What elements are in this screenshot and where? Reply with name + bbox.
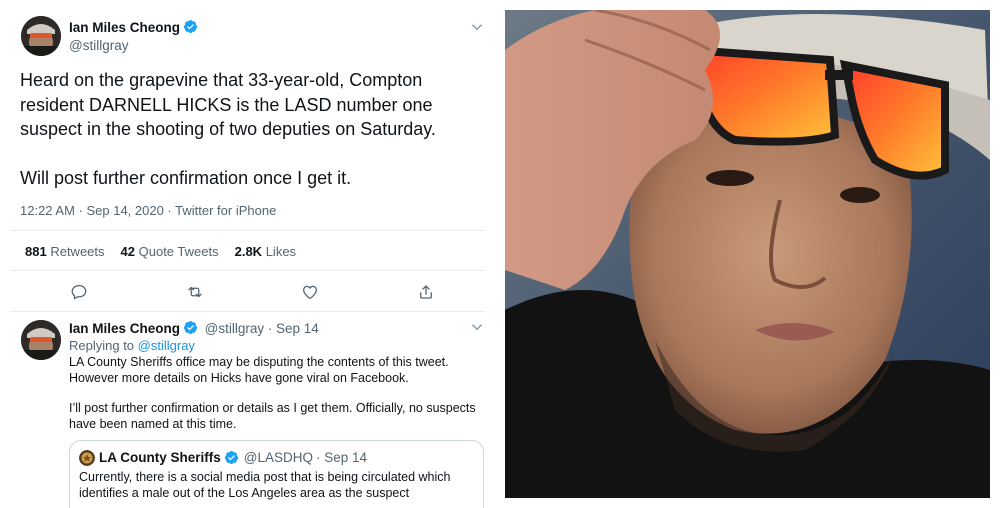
reply-author-handle[interactable]: @stillgray bbox=[205, 321, 264, 336]
reply-date[interactable]: · Sep 14 bbox=[268, 321, 319, 336]
reply-header: Ian Miles Cheong @stillgray · Sep 14 bbox=[69, 320, 489, 337]
verified-badge-icon bbox=[224, 450, 239, 465]
quote-tweets-stat[interactable]: 42 Quote Tweets bbox=[121, 244, 219, 259]
author-info: Ian Miles Cheong @stillgray bbox=[69, 19, 198, 53]
tweet-paragraph: Will post further confirmation once I ge… bbox=[20, 168, 352, 188]
like-icon[interactable] bbox=[301, 283, 319, 301]
reply-text: LA County Sheriffs office may be disputi… bbox=[69, 355, 489, 432]
reply-paragraph: I’ll post further confirmation or detail… bbox=[69, 401, 476, 431]
quoted-author-handle[interactable]: @LASDHQ bbox=[244, 449, 313, 466]
share-icon[interactable] bbox=[417, 283, 435, 301]
retweets-stat[interactable]: 881 Retweets bbox=[25, 244, 105, 259]
tweet-text: Heard on the grapevine that 33-year-old,… bbox=[20, 68, 480, 191]
author-name[interactable]: Ian Miles Cheong bbox=[69, 20, 180, 35]
divider bbox=[10, 230, 485, 231]
sheriff-badge-icon bbox=[79, 449, 95, 466]
tweet-paragraph: Heard on the grapevine that 33-year-old,… bbox=[20, 70, 436, 139]
chevron-down-icon[interactable] bbox=[468, 18, 486, 36]
divider bbox=[10, 311, 485, 312]
replying-to-link[interactable]: @stillgray bbox=[138, 338, 195, 353]
tweet-panel: Ian Miles Cheong @stillgray Heard on the… bbox=[0, 0, 497, 508]
tweet-stats: 881 Retweets 42 Quote Tweets 2.8K Likes bbox=[25, 244, 296, 259]
quoted-tweet[interactable]: LA County Sheriffs @LASDHQ · Sep 14 Curr… bbox=[69, 440, 484, 508]
quoted-header: LA County Sheriffs @LASDHQ · Sep 14 bbox=[79, 449, 474, 466]
verified-badge-icon bbox=[183, 19, 198, 34]
portrait-photo bbox=[505, 10, 990, 498]
author-avatar[interactable] bbox=[21, 16, 61, 56]
tweet-timestamp[interactable]: 12:22 AM · Sep 14, 2020 · Twitter for iP… bbox=[20, 203, 276, 218]
tweet-actions bbox=[0, 283, 497, 303]
reply-author-avatar[interactable] bbox=[21, 320, 61, 360]
retweet-icon[interactable] bbox=[186, 283, 204, 301]
reply-paragraph: LA County Sheriffs office may be disputi… bbox=[69, 355, 449, 385]
replying-to: Replying to @stillgray bbox=[69, 338, 195, 353]
reply-icon[interactable] bbox=[70, 283, 88, 301]
quoted-author-name[interactable]: LA County Sheriffs bbox=[99, 449, 221, 466]
quoted-date[interactable]: · Sep 14 bbox=[316, 449, 367, 466]
reply-author-name[interactable]: Ian Miles Cheong bbox=[69, 321, 180, 336]
author-handle[interactable]: @stillgray bbox=[69, 38, 198, 53]
verified-badge-icon bbox=[183, 320, 198, 335]
likes-stat[interactable]: 2.8K Likes bbox=[235, 244, 296, 259]
quoted-text: Currently, there is a social media post … bbox=[79, 470, 451, 500]
divider bbox=[10, 270, 485, 271]
reply-tweet: Ian Miles Cheong @stillgray · Sep 14 Rep… bbox=[69, 320, 489, 432]
